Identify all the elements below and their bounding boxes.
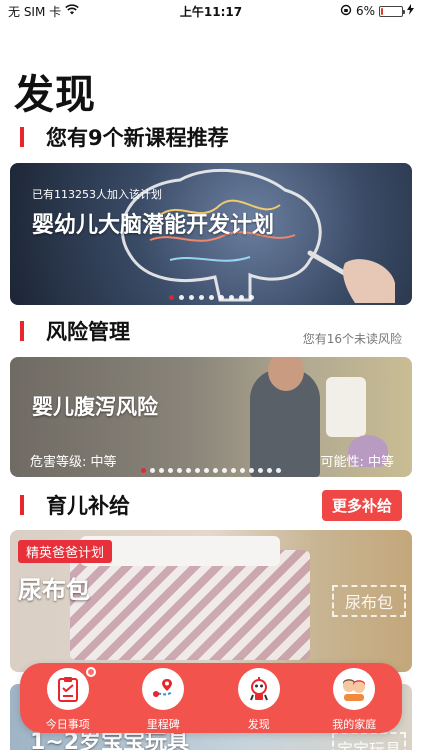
nav-item-milestones[interactable]: 里程碑 xyxy=(123,668,203,732)
nav-label-milestones: 里程碑 xyxy=(146,718,180,731)
orientation-lock-icon xyxy=(340,4,352,19)
diaper-bag-illustration xyxy=(70,550,310,660)
battery-percent: 6% xyxy=(355,4,375,18)
carrier-text: 无 SIM 卡 xyxy=(8,4,62,19)
status-bar: 无 SIM 卡 上午11:17 6% xyxy=(0,0,422,22)
carousel-dot[interactable] xyxy=(168,468,173,473)
risk-section-header: 风险管理 您有16个未读风险 xyxy=(0,316,422,346)
family-icon xyxy=(333,668,376,710)
supply-stamp-2: 宝宝玩具 xyxy=(332,732,406,750)
wifi-icon xyxy=(65,4,79,18)
risk-section-title: 风险管理 xyxy=(46,320,130,344)
carousel-dot[interactable] xyxy=(222,468,227,473)
hand-with-pen-illustration xyxy=(307,250,395,303)
supply-title: 尿布包 xyxy=(18,576,90,604)
courses-section-title: 您有9个新课程推荐 xyxy=(46,126,229,150)
section-marker xyxy=(20,321,24,341)
supply-card-diaper-bag[interactable]: 精英爸爸计划 尿布包 尿布包 xyxy=(10,530,412,672)
carousel-dot[interactable] xyxy=(177,468,182,473)
carousel-dot[interactable] xyxy=(228,295,234,300)
notification-dot xyxy=(85,667,96,677)
carousel-dot[interactable] xyxy=(178,295,184,300)
carousel-dot[interactable] xyxy=(248,295,254,300)
supplies-section-title: 育儿补给 xyxy=(46,494,130,518)
supply-stamp: 尿布包 xyxy=(332,585,406,617)
nav-label-discover: 发现 xyxy=(247,718,270,731)
carousel-dot[interactable] xyxy=(258,468,263,473)
nav-item-discover[interactable]: 发现 xyxy=(219,668,299,732)
carousel-dot[interactable] xyxy=(141,468,146,473)
more-supplies-button[interactable]: 更多补给 xyxy=(321,489,402,521)
risk-card[interactable]: 婴儿腹泻风险 危害等级: 中等 可能性: 中等 xyxy=(10,357,412,477)
carousel-dot[interactable] xyxy=(208,295,214,300)
battery-fill xyxy=(381,7,383,15)
map-pin-icon xyxy=(142,668,185,710)
section-marker xyxy=(20,495,24,515)
course-title: 婴幼儿大脑潜能开发计划 xyxy=(32,213,275,238)
course-card[interactable]: 已有113253人加入该计划 婴幼儿大脑潜能开发计划 xyxy=(10,163,412,305)
bottom-nav: 今日事项 里程碑 发现 我的家庭 xyxy=(20,663,402,733)
carousel-dot[interactable] xyxy=(204,468,209,473)
cloth-illustration xyxy=(326,377,366,437)
carousel-dot[interactable] xyxy=(218,295,224,300)
carousel-dot[interactable] xyxy=(276,468,281,473)
carousel-dot[interactable] xyxy=(198,295,204,300)
page-title: 发现 xyxy=(14,72,96,118)
risk-carousel-dots[interactable] xyxy=(10,468,412,473)
plan-tag: 精英爸爸计划 xyxy=(18,540,113,563)
course-participants-text: 已有113253人加入该计划 xyxy=(32,188,162,201)
carousel-dot[interactable] xyxy=(195,468,200,473)
nav-label-family: 我的家庭 xyxy=(332,718,377,731)
carousel-dot[interactable] xyxy=(159,468,164,473)
carousel-dot[interactable] xyxy=(150,468,155,473)
charging-icon xyxy=(407,4,414,18)
carousel-dot[interactable] xyxy=(249,468,254,473)
carousel-dot[interactable] xyxy=(186,468,191,473)
carousel-dot[interactable] xyxy=(267,468,272,473)
carousel-dot[interactable] xyxy=(188,295,194,300)
carousel-dot[interactable] xyxy=(240,468,245,473)
carousel-dot[interactable] xyxy=(231,468,236,473)
robot-icon xyxy=(237,668,280,710)
section-marker xyxy=(20,127,24,147)
battery-icon xyxy=(379,5,405,17)
risk-title: 婴儿腹泻风险 xyxy=(32,395,158,419)
courses-section-header: 您有9个新课程推荐 xyxy=(0,122,422,152)
unread-risk-count[interactable]: 您有16个未读风险 xyxy=(303,330,402,347)
nav-item-family[interactable]: 我的家庭 xyxy=(314,668,394,732)
clipboard-icon xyxy=(46,668,89,710)
nav-label-today: 今日事项 xyxy=(45,718,90,731)
carousel-dot[interactable] xyxy=(238,295,244,300)
carousel-dot[interactable] xyxy=(168,295,174,300)
nav-item-today[interactable]: 今日事项 xyxy=(28,667,108,732)
supplies-section-header: 育儿补给 更多补给 xyxy=(0,489,422,521)
course-carousel-dots[interactable] xyxy=(10,295,412,300)
carousel-dot[interactable] xyxy=(213,468,218,473)
